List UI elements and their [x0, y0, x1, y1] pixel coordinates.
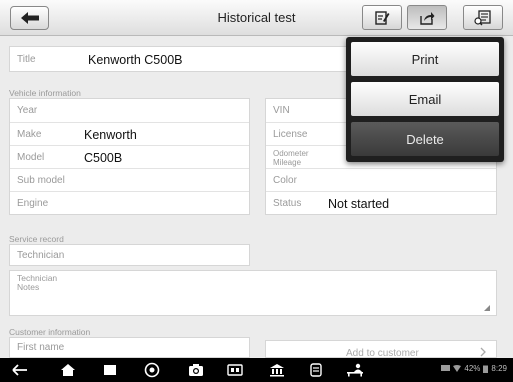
- nav-browser-button[interactable]: [142, 360, 162, 380]
- model-label: Model: [17, 152, 45, 163]
- service-section-label: Service record: [9, 234, 64, 244]
- title-label: Title: [17, 54, 36, 65]
- camera-icon: [189, 364, 203, 376]
- add-to-customer-button[interactable]: Add to customer: [265, 340, 497, 358]
- recent-apps-icon: [104, 365, 116, 375]
- technician-notes-field[interactable]: Technician Notes: [9, 270, 497, 316]
- edit-icon: [375, 10, 390, 25]
- status-label: Status: [273, 198, 302, 209]
- sub-model-label: Sub model: [17, 175, 65, 186]
- nav-camera-button[interactable]: [186, 360, 206, 380]
- color-row[interactable]: Color: [266, 168, 496, 191]
- share-button[interactable]: [407, 5, 447, 30]
- wifi-icon: [453, 365, 462, 372]
- add-to-customer-label: Add to customer: [346, 348, 419, 358]
- customer-section-label: Customer information: [9, 327, 91, 337]
- home-icon: [61, 364, 75, 376]
- nav-home-button[interactable]: [58, 360, 78, 380]
- email-menu-item[interactable]: Email: [351, 82, 499, 116]
- share-menu: Print Email Delete: [346, 37, 504, 162]
- status-area: 42% 8:29: [441, 364, 507, 373]
- share-icon: [420, 11, 435, 25]
- delete-menu-item[interactable]: Delete: [351, 122, 499, 156]
- color-label: Color: [273, 175, 297, 186]
- year-row[interactable]: Year: [10, 99, 249, 122]
- title-value: Kenworth C500B: [88, 53, 183, 67]
- vin-label: VIN: [273, 105, 290, 116]
- make-value: Kenworth: [84, 128, 137, 142]
- license-label: License: [273, 129, 308, 140]
- message-icon: [441, 365, 451, 371]
- back-arrow-icon: [12, 364, 27, 376]
- remote-desk-icon: [347, 363, 363, 377]
- system-nav-bar: 42% 8:29: [0, 358, 513, 382]
- technician-label: Technician: [17, 250, 65, 261]
- engine-label: Engine: [17, 198, 49, 209]
- bank-icon: [270, 364, 284, 377]
- technician-notes-label: Technician Notes: [17, 273, 58, 292]
- battery-icon: [483, 365, 489, 373]
- resize-handle-icon: [484, 305, 490, 311]
- chevron-right-icon: [480, 347, 486, 357]
- nav-app-button[interactable]: [267, 360, 287, 380]
- sub-model-row[interactable]: Sub model: [10, 168, 249, 191]
- top-bar: Historical test: [0, 0, 513, 36]
- engine-row[interactable]: Engine: [10, 191, 249, 214]
- nav-back-button[interactable]: [10, 360, 30, 380]
- edit-button[interactable]: [362, 5, 402, 30]
- first-name-label: First name: [17, 342, 65, 353]
- model-row[interactable]: Model C500B: [10, 145, 249, 168]
- nav-vci-button[interactable]: [306, 360, 326, 380]
- nav-display-button[interactable]: [225, 360, 245, 380]
- model-value: C500B: [84, 151, 123, 165]
- technician-field[interactable]: Technician: [9, 244, 250, 266]
- browser-icon: [144, 362, 160, 378]
- make-row[interactable]: Make Kenworth: [10, 122, 249, 145]
- report-icon: [474, 9, 491, 25]
- nav-recent-button[interactable]: [100, 360, 120, 380]
- print-menu-item[interactable]: Print: [351, 42, 499, 76]
- battery-percent: 42%: [464, 364, 481, 373]
- vci-icon: [310, 363, 322, 377]
- display-icon: [227, 364, 243, 376]
- odometer-label: Odometer Mileage: [273, 149, 309, 167]
- clock: 8:29: [491, 364, 507, 373]
- nav-remote-button[interactable]: [345, 360, 365, 380]
- vehicle-left-group: Year Make Kenworth Model C500B Sub model…: [9, 98, 250, 215]
- first-name-field[interactable]: First name: [9, 337, 250, 358]
- report-button[interactable]: [463, 5, 503, 30]
- status-value: Not started: [328, 197, 390, 211]
- vehicle-section-label: Vehicle information: [9, 88, 81, 98]
- year-label: Year: [17, 105, 38, 116]
- make-label: Make: [17, 129, 42, 140]
- status-row[interactable]: Status Not started: [266, 191, 496, 214]
